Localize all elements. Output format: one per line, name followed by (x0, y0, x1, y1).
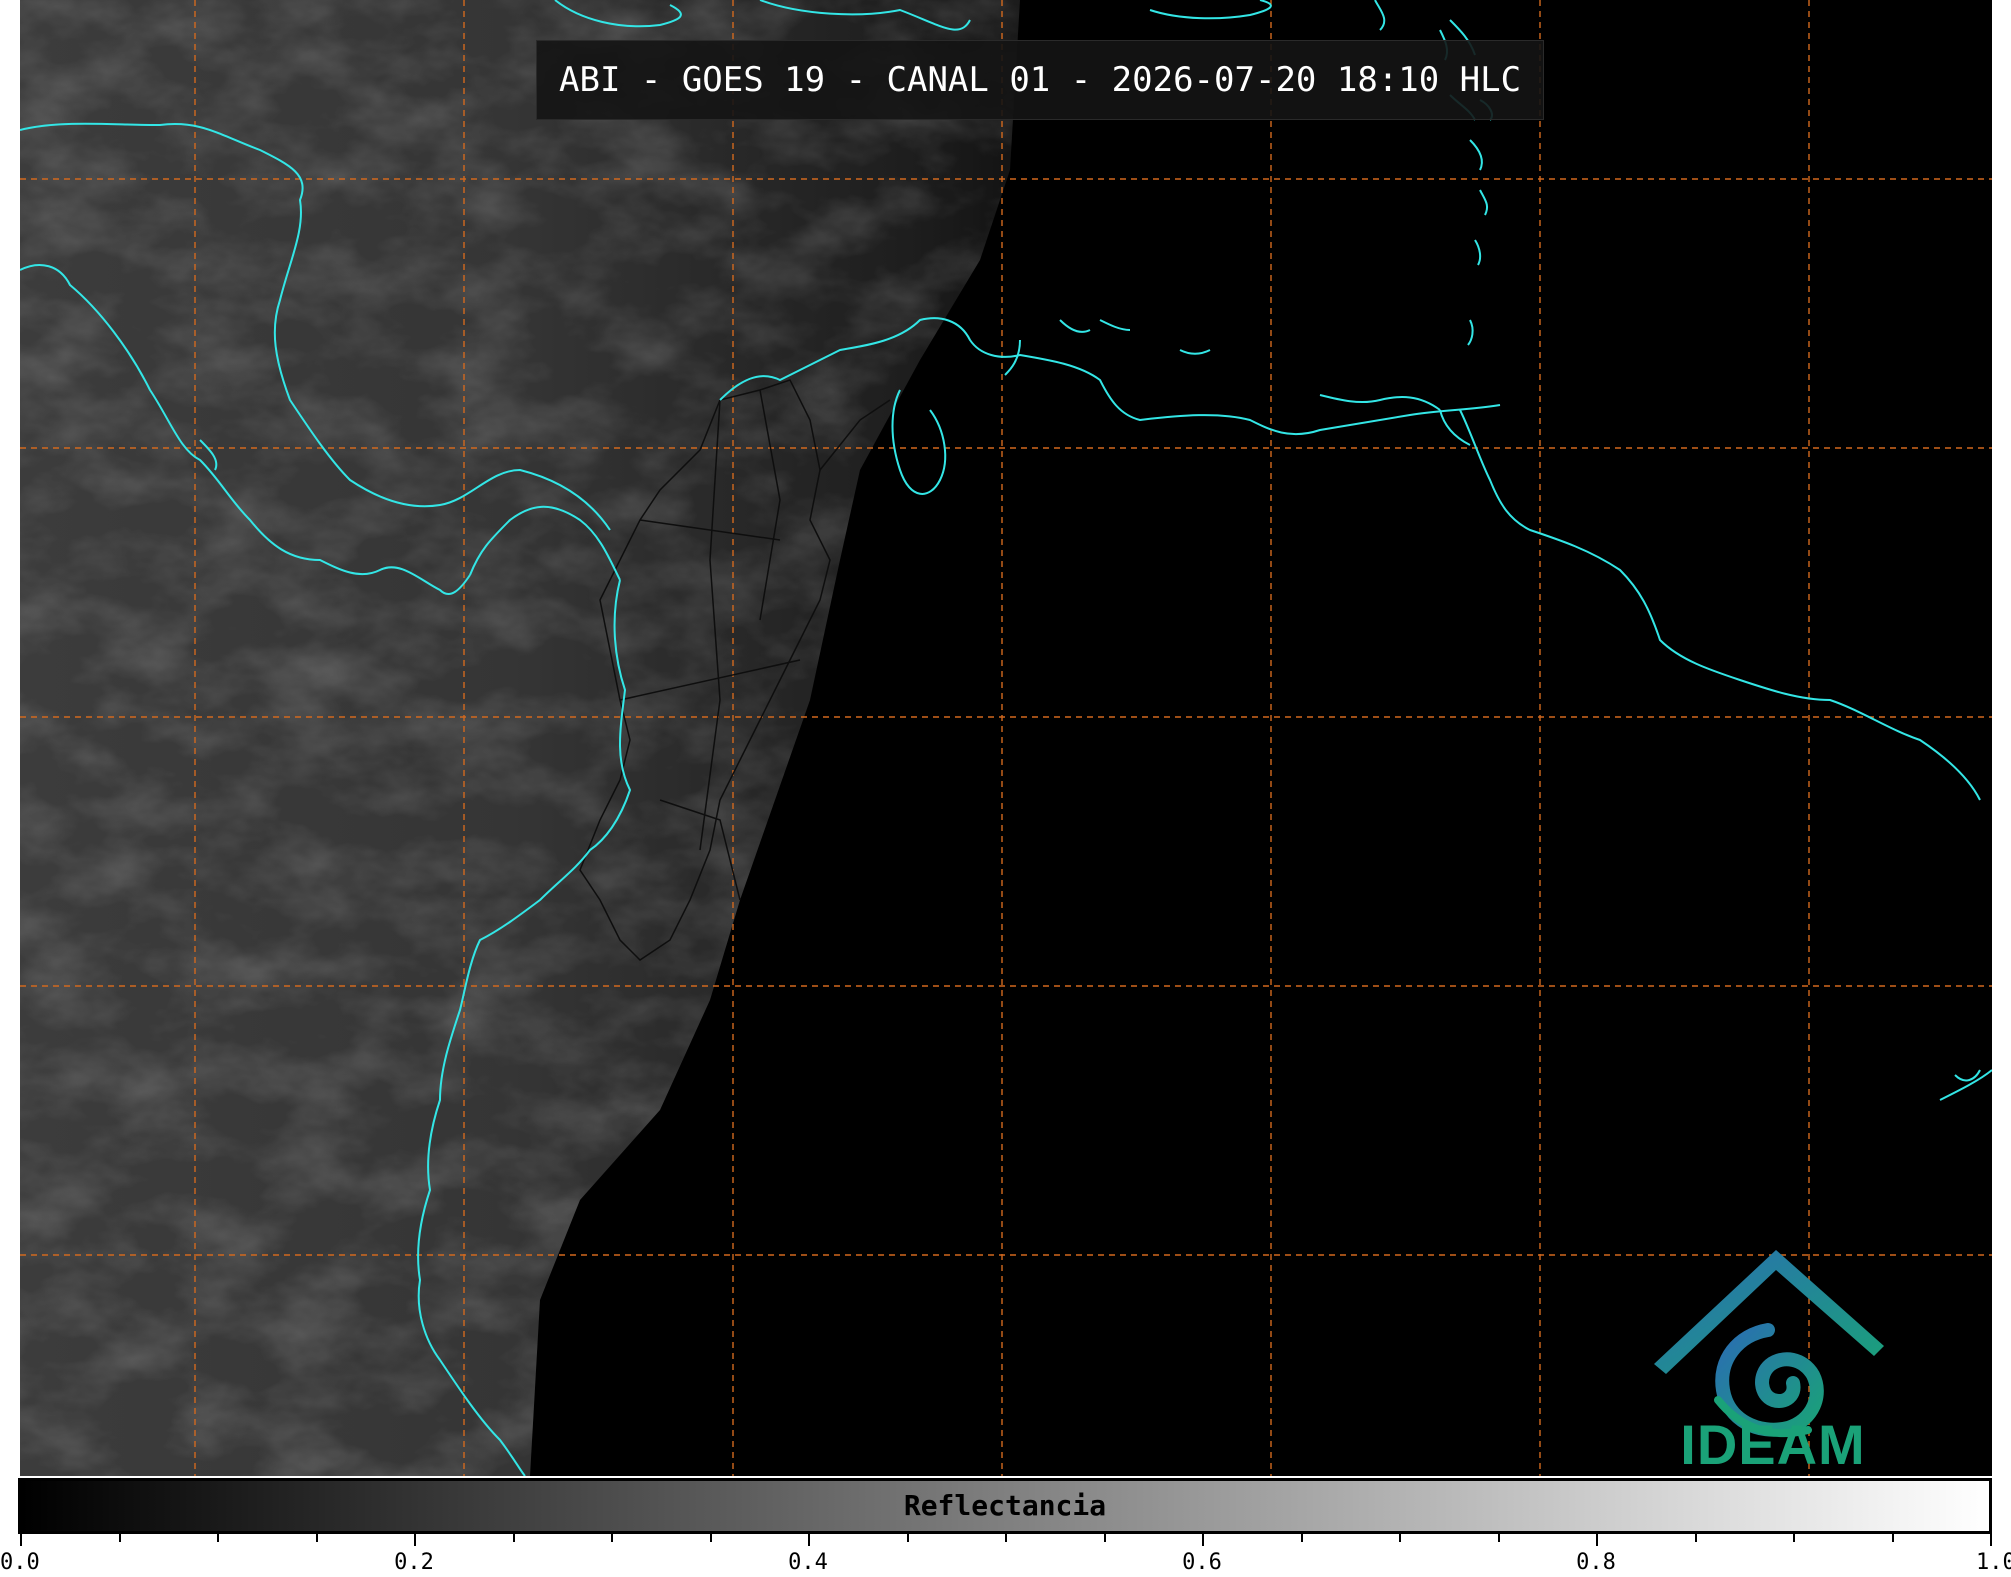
colorbar-tick-mark (1695, 1534, 1697, 1542)
colorbar-tick-mark (513, 1534, 515, 1542)
colorbar-tick-mark (710, 1534, 712, 1542)
colorbar-tick-mark (20, 1534, 22, 1546)
colorbar-tick-mark (611, 1534, 613, 1542)
colorbar-tick-mark (1596, 1534, 1598, 1546)
colorbar-tick-label: 0.8 (1576, 1550, 1616, 1575)
colorbar-tick-mark (414, 1534, 416, 1546)
colorbar-tick-mark (1892, 1534, 1894, 1542)
colorbar-tick-mark (316, 1534, 318, 1542)
colorbar: Reflectancia (18, 1478, 1992, 1534)
colorbar-tick-label: 0.6 (1182, 1550, 1222, 1575)
colorbar-tick-label: 0.2 (394, 1550, 434, 1575)
colorbar-tick-label: 1.0 (1976, 1550, 2011, 1575)
colorbar-tick-mark (1399, 1534, 1401, 1542)
colorbar-label: Reflectancia (903, 1489, 1107, 1522)
colorbar-tick-mark (808, 1534, 810, 1546)
colorbar-ticks: 0.0 0.2 0.4 0.6 0.8 1.0 (0, 1534, 2011, 1577)
colorbar-tick-label: 0.0 (0, 1550, 40, 1575)
colorbar-tick-mark (1202, 1534, 1204, 1546)
ideam-logo-text: IDEAM (1680, 1413, 1866, 1476)
colorbar-tick-mark (119, 1534, 121, 1542)
colorbar-tick-label: 0.4 (788, 1550, 828, 1575)
map-title: ABI - GOES 19 - CANAL 01 - 2026-07-20 18… (536, 40, 1545, 120)
colorbar-tick-mark (1301, 1534, 1303, 1542)
colorbar-tick-mark (1005, 1534, 1007, 1542)
colorbar-tick-mark (217, 1534, 219, 1542)
colorbar-tick-mark (1990, 1534, 1992, 1546)
colorbar-tick-mark (1793, 1534, 1795, 1542)
colorbar-tick-mark (907, 1534, 909, 1542)
colorbar-tick-mark (1498, 1534, 1500, 1542)
colorbar-tick-mark (1104, 1534, 1106, 1542)
